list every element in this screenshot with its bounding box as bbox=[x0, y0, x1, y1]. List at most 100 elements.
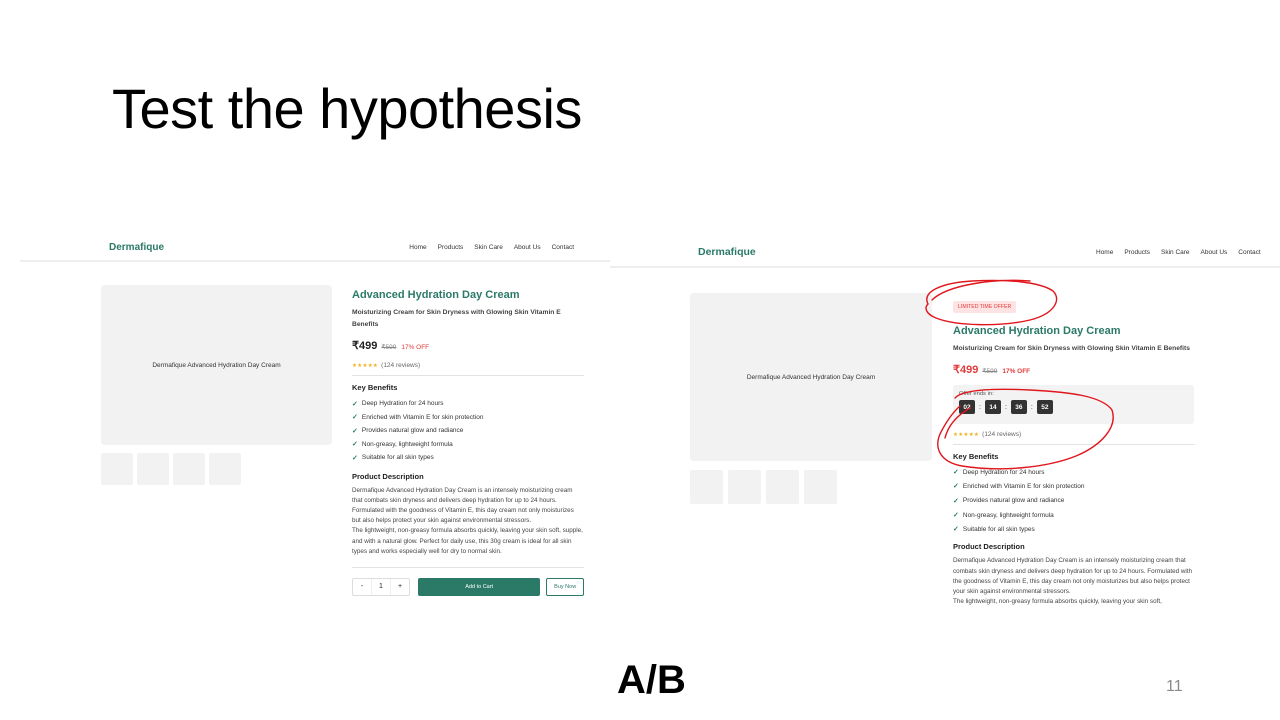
nav-links: Home Products Skin Care About Us Contact bbox=[1085, 249, 1280, 256]
add-to-cart-button[interactable]: Add to Cart bbox=[418, 577, 541, 596]
divider bbox=[352, 566, 584, 568]
timer-label: Offer ends in: bbox=[959, 391, 994, 397]
benefit-text: Provides natural glow and radiance bbox=[361, 427, 464, 435]
product-details: LIMITED TIME OFFER Advanced Hydration Da… bbox=[953, 295, 1195, 608]
rating: ★★★★★ (124 reviews) bbox=[352, 362, 584, 369]
check-icon: ✓ bbox=[352, 454, 358, 462]
benefits-heading: Key Benefits bbox=[953, 452, 999, 461]
thumbnail-strip bbox=[101, 453, 241, 485]
check-icon: ✓ bbox=[953, 526, 959, 534]
purchase-row: - 1 + Add to Cart Buy Now bbox=[352, 577, 584, 596]
nav-contact[interactable]: Contact bbox=[1238, 249, 1260, 256]
benefits-heading: Key Benefits bbox=[352, 383, 398, 392]
nav-home[interactable]: Home bbox=[1096, 249, 1113, 256]
benefit-item: ✓ Non-greasy, lightweight formula bbox=[953, 508, 1195, 522]
product-subtitle: Moisturizing Cream for Skin Dryness with… bbox=[352, 309, 561, 328]
countdown-timer: Offer ends in: 02 : 14 : 36 : 52 bbox=[953, 385, 1194, 424]
nav-skin-care[interactable]: Skin Care bbox=[1161, 249, 1190, 256]
benefit-text: Non-greasy, lightweight formula bbox=[361, 440, 453, 448]
star-icons: ★★★★★ bbox=[953, 431, 980, 438]
brand-logo[interactable]: Dermafique bbox=[698, 246, 756, 258]
slide-number: 11 bbox=[1166, 678, 1183, 695]
check-icon: ✓ bbox=[352, 414, 358, 422]
benefit-item: ✓ Suitable for all skin types bbox=[953, 522, 1195, 536]
timer-seconds: 36 bbox=[1010, 400, 1027, 414]
thumbnail[interactable] bbox=[173, 453, 205, 485]
timer-minutes: 14 bbox=[984, 400, 1001, 414]
benefit-text: Deep Hydration for 24 hours bbox=[962, 468, 1045, 476]
benefits-list: ✓ Deep Hydration for 24 hours ✓ Enriched w… bbox=[953, 465, 1195, 536]
benefit-item: ✓ Provides natural glow and radiance bbox=[953, 494, 1195, 508]
benefit-text: Enriched with Vitamin E for skin protect… bbox=[361, 413, 484, 421]
slide-title: Test the hypothesis bbox=[112, 77, 582, 140]
product-image[interactable]: Dermafique Advanced Hydration Day Cream bbox=[690, 293, 932, 461]
benefit-item: ✓ Deep Hydration for 24 hours bbox=[352, 397, 584, 411]
slide-footer: A/B bbox=[617, 658, 686, 702]
nav-about-us[interactable]: About Us bbox=[1201, 249, 1228, 256]
benefit-text: Provides natural glow and radiance bbox=[962, 497, 1065, 505]
description-paragraph-2: The lightweight, non-greasy formula abso… bbox=[352, 527, 583, 555]
original-price: ₹599 bbox=[982, 368, 998, 375]
current-price: ₹499 bbox=[352, 340, 378, 352]
nav-about-us[interactable]: About Us bbox=[514, 244, 541, 251]
check-icon: ✓ bbox=[352, 441, 358, 449]
divider bbox=[352, 375, 584, 376]
thumbnail-strip bbox=[690, 470, 837, 504]
benefit-item: ✓ Enriched with Vitamin E for skin protec… bbox=[953, 479, 1195, 493]
rating: ★★★★★ (124 reviews) bbox=[953, 431, 1195, 438]
review-count[interactable]: (124 reviews) bbox=[982, 431, 1021, 438]
benefit-text: Suitable for all skin types bbox=[962, 525, 1035, 533]
description-paragraph-1: Dermafique Advanced Hydration Day Cream … bbox=[953, 557, 1193, 596]
benefit-item: ✓ Deep Hydration for 24 hours bbox=[953, 465, 1195, 479]
qty-minus-button[interactable]: - bbox=[353, 579, 371, 595]
nav-products[interactable]: Products bbox=[1124, 249, 1150, 256]
timer-separator: : bbox=[979, 403, 981, 411]
check-icon: ✓ bbox=[352, 427, 358, 435]
timer-row: 02 : 14 : 36 : 52 bbox=[959, 400, 1188, 414]
original-price: ₹599 bbox=[381, 344, 397, 351]
benefit-item: ✓ Provides natural glow and radiance bbox=[352, 424, 584, 438]
qty-value[interactable]: 1 bbox=[371, 578, 391, 595]
nav-contact[interactable]: Contact bbox=[552, 244, 574, 251]
nav-skin-care[interactable]: Skin Care bbox=[474, 244, 503, 251]
description-heading: Product Description bbox=[953, 542, 1025, 552]
thumbnail[interactable] bbox=[690, 470, 723, 504]
description-heading: Product Description bbox=[352, 471, 424, 481]
benefit-item: ✓ Suitable for all skin types bbox=[352, 451, 584, 465]
thumbnail[interactable] bbox=[209, 453, 241, 485]
nav-products[interactable]: Products bbox=[438, 244, 464, 251]
thumbnail[interactable] bbox=[728, 470, 761, 504]
description-paragraph-1: Dermafique Advanced Hydration Day Cream … bbox=[352, 486, 574, 525]
product-image-caption: Dermafique Advanced Hydration Day Cream bbox=[152, 361, 281, 369]
product-title: Advanced Hydration Day Cream bbox=[352, 289, 520, 301]
thumbnail[interactable] bbox=[766, 470, 799, 504]
benefit-text: Non-greasy, lightweight formula bbox=[962, 511, 1054, 519]
quantity-stepper: - 1 + bbox=[352, 577, 410, 596]
product-image-caption: Dermafique Advanced Hydration Day Cream bbox=[746, 373, 876, 381]
nav-home[interactable]: Home bbox=[409, 244, 426, 251]
check-icon: ✓ bbox=[953, 483, 959, 491]
benefit-text: Enriched with Vitamin E for skin protect… bbox=[962, 482, 1085, 490]
brand-logo[interactable]: Dermafique bbox=[109, 242, 164, 253]
product-subtitle: Moisturizing Cream for Skin Dryness with… bbox=[953, 345, 1190, 352]
check-icon: ✓ bbox=[352, 400, 358, 408]
thumbnail[interactable] bbox=[101, 453, 133, 485]
qty-plus-button[interactable]: + bbox=[391, 579, 409, 595]
review-count[interactable]: (124 reviews) bbox=[381, 362, 420, 369]
product-image[interactable]: Dermafique Advanced Hydration Day Cream bbox=[101, 285, 332, 445]
timer-separator: : bbox=[1004, 403, 1007, 411]
benefit-item: ✓ Enriched with Vitamin E for skin protec… bbox=[352, 411, 584, 425]
current-price: ₹499 bbox=[953, 364, 979, 376]
variant-a-screenshot: Dermafique Home Products Skin Care About… bbox=[20, 234, 610, 624]
buy-now-button[interactable]: Buy Now bbox=[546, 577, 584, 596]
divider bbox=[953, 444, 1195, 445]
thumbnail[interactable] bbox=[137, 453, 169, 485]
thumbnail[interactable] bbox=[804, 470, 837, 504]
benefit-text: Deep Hydration for 24 hours bbox=[361, 400, 444, 408]
check-icon: ✓ bbox=[953, 469, 959, 477]
timer-centiseconds: 52 bbox=[1036, 400, 1053, 414]
timer-separator: : bbox=[1030, 403, 1033, 411]
price-row: ₹499 ₹599 17% OFF bbox=[953, 363, 1195, 376]
limited-offer-badge: LIMITED TIME OFFER bbox=[953, 301, 1017, 313]
check-icon: ✓ bbox=[953, 512, 959, 520]
